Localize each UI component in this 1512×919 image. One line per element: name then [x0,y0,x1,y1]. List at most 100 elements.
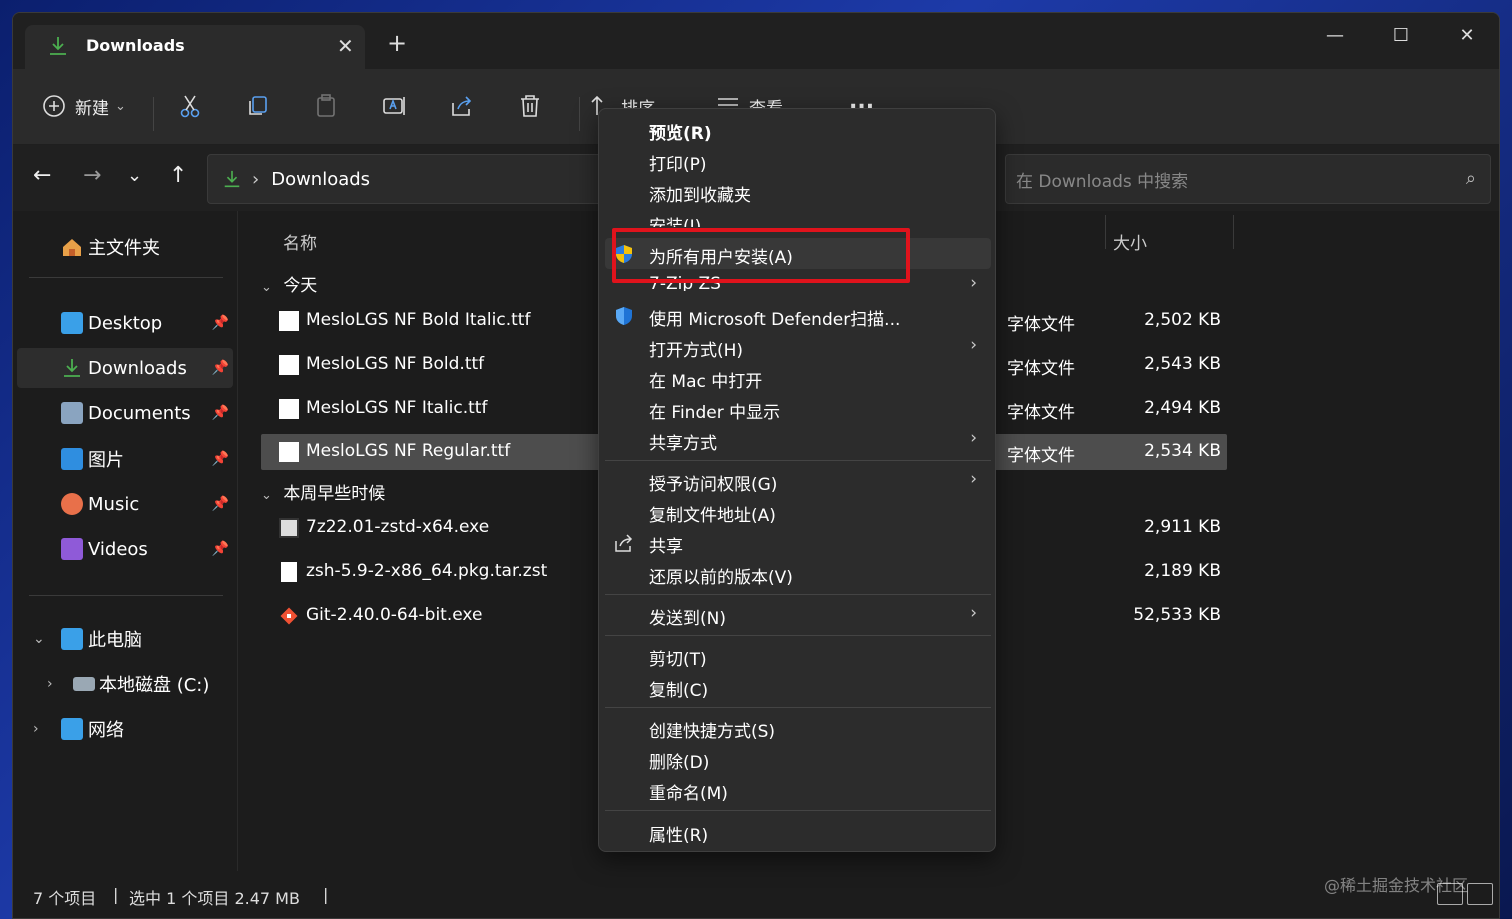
sidebar-divider [29,277,223,278]
tab-close-icon[interactable]: ✕ [337,34,354,58]
column-divider[interactable] [1105,215,1106,249]
column-divider[interactable] [1233,215,1234,249]
breadcrumb-downloads[interactable]: Downloads [271,169,370,190]
sidebar-item-label: Documents [88,402,191,424]
pin-icon[interactable]: 📌 [212,405,229,421]
menu-item-send-to[interactable]: 发送到(N) › [605,599,991,630]
new-button[interactable]: 新建 ⌄ [41,93,126,119]
share-icon [452,96,472,116]
font-file-icon [279,355,299,375]
recent-locations-button[interactable]: ⌄ [127,165,142,186]
chevron-right-icon[interactable]: › [33,721,39,737]
paste-button[interactable] [313,93,339,119]
toolbar-divider [153,97,154,131]
network-icon [61,718,83,740]
search-input[interactable]: 在 Downloads 中搜索 [1016,167,1188,192]
menu-item-add-to-favorites[interactable]: 添加到收藏夹 [605,176,991,207]
menu-item-preview[interactable]: 预览(R) [605,114,991,145]
menu-item-install[interactable]: 安装(I) [605,207,991,227]
sidebar-item-pictures[interactable]: 图片 📌 [17,439,233,479]
back-button[interactable]: ← [33,163,51,188]
group-header-earlier-this-week[interactable]: ⌄ 本周早些时候 [261,479,385,504]
download-icon [64,359,80,377]
pin-icon[interactable]: 📌 [212,451,229,467]
menu-item-label: 共享方式 [649,434,717,454]
forward-button[interactable]: → [83,163,101,188]
menu-item-defender-scan[interactable]: 使用 Microsoft Defender扫描... [605,300,991,331]
new-tab-button[interactable]: + [387,31,407,55]
menu-item-label: 发送到(N) [649,609,726,629]
tiles-view-button[interactable] [1467,883,1493,905]
pin-icon[interactable]: 📌 [212,360,229,376]
scissors-icon [180,95,200,118]
minimize-button[interactable]: — [1315,25,1355,46]
pin-icon[interactable]: 📌 [212,496,229,512]
menu-item-share[interactable]: 共享 [605,527,991,558]
menu-item-copy-path[interactable]: 复制文件地址(A) [605,496,991,527]
status-separator: | [323,885,329,904]
sidebar-item-local-disk[interactable]: › 本地磁盘 (C:) [17,664,233,704]
chevron-right-icon[interactable]: › [47,676,53,692]
menu-item-delete[interactable]: 删除(D) [605,743,991,774]
close-window-button[interactable]: ✕ [1447,25,1487,46]
menu-item-open-in-mac[interactable]: 在 Mac 中打开 [605,362,991,393]
sidebar-item-music[interactable]: Music 📌 [17,484,233,524]
download-icon [50,37,66,55]
sidebar-item-desktop[interactable]: Desktop 📌 [17,303,233,343]
delete-button[interactable] [517,93,543,119]
menu-item-label: 还原以前的版本(V) [649,568,793,588]
menu-item-grant-access[interactable]: 授予访问权限(G) › [605,465,991,496]
sidebar-item-network[interactable]: › 网络 [17,709,233,749]
menu-item-rename[interactable]: 重命名(M) [605,774,991,805]
drive-icon [73,677,95,691]
videos-icon [61,538,83,560]
chevron-down-icon: ⌄ [115,98,126,114]
sidebar-item-this-pc[interactable]: ⌄ 此电脑 [17,619,233,659]
menu-separator [605,810,991,811]
git-installer-icon [280,607,298,625]
sidebar-item-videos[interactable]: Videos 📌 [17,529,233,569]
rename-button[interactable] [381,93,407,119]
menu-item-cut[interactable]: 剪切(T) [605,640,991,671]
maximize-button[interactable]: ☐ [1381,25,1421,46]
sidebar-item-documents[interactable]: Documents 📌 [17,393,233,433]
column-header-size[interactable]: 大小 [1113,229,1147,254]
menu-item-properties[interactable]: 属性(R) [605,816,991,847]
status-separator: | [113,885,119,904]
file-size: 2,494 KB [1144,398,1221,418]
pin-icon[interactable]: 📌 [212,541,229,557]
up-button[interactable]: ↑ [169,163,187,188]
file-type: 字体文件 [1007,403,1075,423]
address-bar[interactable]: › Downloads [207,154,607,204]
trash-icon [521,95,539,117]
font-file-icon [279,399,299,419]
search-box[interactable]: 在 Downloads 中搜索 ⌕ [1005,154,1491,204]
menu-separator [605,635,991,636]
menu-item-restore-versions[interactable]: 还原以前的版本(V) [605,558,991,589]
file-name: MesloLGS NF Regular.ttf [306,441,511,461]
cut-button[interactable] [177,93,203,119]
home-icon [63,239,81,256]
menu-item-print[interactable]: 打印(P) [605,145,991,176]
menu-item-label: 添加到收藏夹 [649,186,751,206]
item-count: 7 个项目 [33,889,97,908]
menu-item-share-with[interactable]: 共享方式 › [605,424,991,455]
sidebar-item-home[interactable]: 主文件夹 [17,227,233,267]
copy-button[interactable] [245,93,271,119]
chevron-down-icon[interactable]: ⌄ [33,631,45,647]
file-icon [281,562,297,582]
pin-icon[interactable]: 📌 [212,315,229,331]
selection-info: 选中 1 个项目 2.47 MB [129,889,300,908]
sidebar-item-downloads[interactable]: Downloads 📌 [17,348,233,388]
menu-item-create-shortcut[interactable]: 创建快捷方式(S) [605,712,991,743]
column-header-name[interactable]: 名称 [283,229,317,254]
menu-item-show-in-finder[interactable]: 在 Finder 中显示 [605,393,991,424]
menu-item-label: 创建快捷方式(S) [649,722,776,742]
tab-downloads[interactable]: Downloads ✕ [25,25,365,69]
title-bar: Downloads ✕ + — ☐ ✕ [13,13,1499,69]
menu-item-copy[interactable]: 复制(C) [605,671,991,702]
group-header-today[interactable]: ⌄ 今天 [261,271,317,296]
menu-item-open-with[interactable]: 打开方式(H) › [605,331,991,362]
share-button[interactable] [449,93,475,119]
sidebar-item-label: Downloads [88,357,187,379]
